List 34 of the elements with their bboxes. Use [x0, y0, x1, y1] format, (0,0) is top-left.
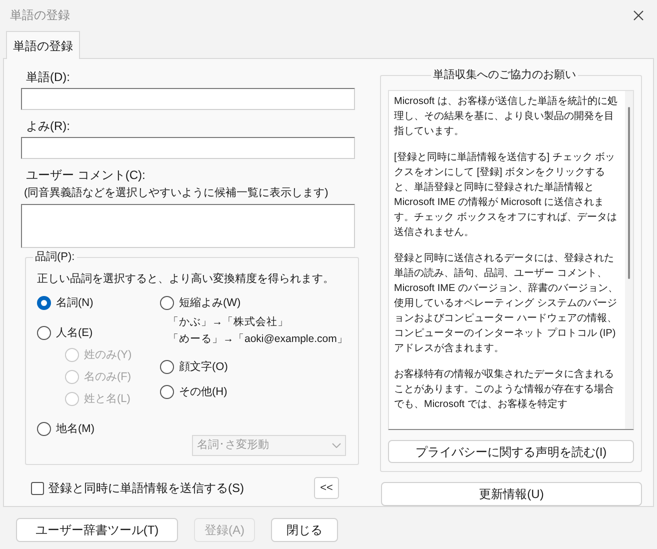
info-paragraph: 登録と同時に送信されるデータには、登録された単語の読み、語句、品詞、ユーザー コメント、Microsoft IME のバージョン、辞書のバージョン、使用しているオペレーティング システムのバージョンおよびコンピューター ハードウェアの情報、コンピューターのインターネット プロトコル (IP) アドレスが含まれます。 [394, 252, 619, 356]
example-text: 「かぶ」→「株式会社」 [168, 315, 290, 330]
text-field[interactable] [21, 204, 355, 248]
text-field[interactable] [21, 137, 355, 159]
field-label: ユーザー コメント(C): [25, 167, 146, 184]
info-paragraph: お客様特有の情報が収集されたデータに含まれることがあります。このような情報が存在する場合でも、Microsoft では、お客様を特定す [394, 368, 615, 412]
info-paragraph: [登録と同時に単語情報を送信する] チェック ボックスをオンにして [登録] ボタンをクリックすると、単語登録と同時に登録された単語情報と Microsoft IME の情報が Microsoft に送信されます。チェック ボックスをオフにすれば、データは送信されません。 [394, 150, 618, 240]
example-text: 「めーる」→「aoki@example.com」 [168, 332, 349, 347]
tab[interactable]: 単語の登録 [6, 31, 80, 59]
checkbox[interactable]: 登録と同時に単語情報を送信する(S) [31, 479, 244, 497]
scrollbar[interactable] [625, 91, 633, 429]
chevron-icon [332, 443, 341, 448]
radio-option[interactable]: 短縮よみ(W) [160, 292, 358, 314]
radio-option[interactable]: 人名(E) [37, 322, 160, 344]
radio-option[interactable]: 顔文字(O) [160, 356, 358, 378]
hint-text: (同音異義語などを選択しやすいように候補一覧に表示します) [23, 186, 330, 201]
field-label: 単語(D): [25, 69, 71, 86]
text-field[interactable] [21, 88, 355, 110]
dialog-button[interactable]: 閉じる [271, 518, 338, 542]
group-title: 単語収集へのご協力のお願い [431, 67, 578, 83]
field-label: よみ(R): [25, 118, 71, 135]
collapse-button[interactable]: << [314, 477, 339, 499]
dialog-button[interactable]: ユーザー辞書ツール(T) [16, 518, 178, 542]
scrollbar-thumb[interactable] [628, 107, 630, 279]
radio-option[interactable]: その他(H) [160, 381, 358, 403]
radio-option[interactable]: 地名(M) [37, 418, 160, 440]
radio-option[interactable]: 名詞(N) [37, 292, 160, 314]
update-button[interactable]: 更新情報(U) [381, 482, 642, 506]
group-title: 品詞(P): [33, 249, 77, 265]
window-title: 単語の登録 [10, 7, 70, 24]
privacy-button[interactable]: プライバシーに関する声明を読む(I) [388, 440, 634, 463]
close-icon [632, 10, 644, 20]
description-text: 正しい品詞を選択すると、より高い変換精度を得られます。 [37, 272, 335, 287]
info-paragraph: Microsoft は、お客様が送信した単語を統計的に処理し、その結果を基に、より良い製品の開発を目指しています。 [394, 94, 618, 139]
